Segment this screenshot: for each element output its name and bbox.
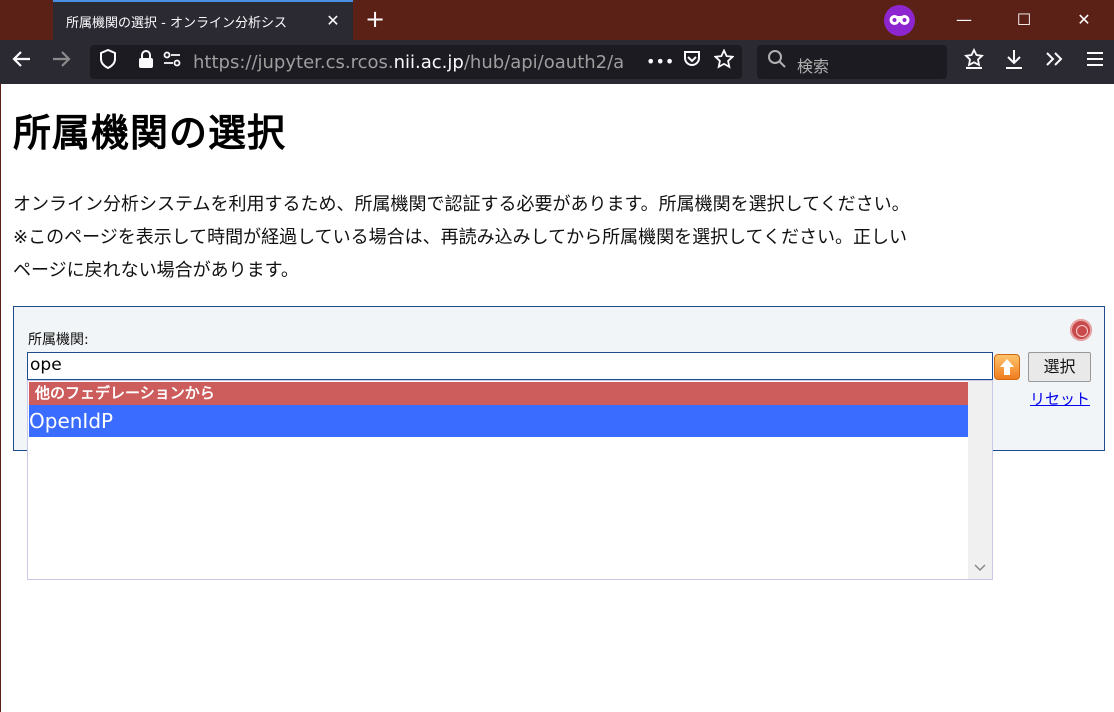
shield-icon[interactable]: [94, 48, 122, 76]
page-description: オンライン分析システムを利用するため、所属機関で認証する必要があります。所属機関…: [13, 188, 1103, 287]
tab-close-icon[interactable]: ✕: [323, 11, 343, 31]
navigation-toolbar: https://jupyter.cs.rcos.nii.ac.jp/hub/ap…: [0, 40, 1114, 84]
bookmarks-icon[interactable]: [960, 47, 988, 76]
scroll-down-arrow-icon[interactable]: [974, 561, 986, 575]
search-placeholder: 検索: [797, 57, 830, 76]
permissions-icon[interactable]: [158, 48, 186, 76]
url-text[interactable]: https://jupyter.cs.rcos.nii.ac.jp/hub/ap…: [193, 52, 643, 72]
url-host: nii.ac.jp: [393, 52, 464, 72]
institution-dropdown[interactable]: 他のフェデレーションから OpenIdP: [27, 380, 993, 580]
active-tab[interactable]: 所属機関の選択 - オンライン分析シス ✕: [53, 0, 353, 40]
description-line: ※このページを表示して時間が経過している場合は、再読み込みしてから所属機関を選択…: [13, 227, 908, 248]
url-prefix: https://jupyter.cs.rcos.: [193, 52, 394, 72]
url-bar[interactable]: https://jupyter.cs.rcos.nii.ac.jp/hub/ap…: [90, 45, 742, 79]
forward-arrow-icon[interactable]: [47, 48, 75, 76]
window-close-button[interactable]: ✕: [1054, 0, 1114, 40]
search-icon: [763, 48, 791, 76]
lock-icon[interactable]: [132, 48, 160, 76]
description-line: オンライン分析システムを利用するため、所属機関で認証する必要があります。所属機関…: [13, 194, 910, 215]
window-minimize-button[interactable]: —: [934, 0, 994, 40]
new-tab-button[interactable]: +: [362, 7, 388, 33]
page-content: 所属機関の選択 オンライン分析システムを利用するため、所属機関で認証する必要があ…: [0, 84, 1114, 712]
dropdown-option-openidp[interactable]: OpenIdP: [29, 405, 968, 437]
pocket-icon[interactable]: [678, 48, 706, 76]
dropdown-scrollbar[interactable]: [968, 381, 992, 579]
search-bar[interactable]: 検索: [757, 45, 947, 79]
private-browsing-icon: [884, 5, 915, 36]
window-maximize-button[interactable]: ☐: [994, 0, 1054, 40]
collapse-arrow-icon[interactable]: [994, 354, 1020, 380]
menu-icon[interactable]: [1081, 48, 1109, 76]
url-suffix: /hub/api/oauth2/a: [463, 52, 625, 72]
browser-tab-strip: 所属機関の選択 - オンライン分析シス ✕ + — ☐ ✕: [0, 0, 1114, 40]
select-button[interactable]: 選択: [1028, 352, 1091, 382]
description-line: ページに戻れない場合があります。: [13, 260, 299, 281]
overflow-chevron-icon[interactable]: [1041, 48, 1069, 76]
download-icon[interactable]: [1000, 48, 1028, 76]
reset-link[interactable]: リセット: [1030, 388, 1090, 409]
dropdown-group-header: 他のフェデレーションから: [29, 382, 968, 405]
page-actions-icon[interactable]: •••: [646, 48, 674, 76]
seal-icon: [1070, 319, 1092, 341]
institution-search-input[interactable]: ope: [27, 352, 993, 380]
tab-title: 所属機関の選択 - オンライン分析シス: [66, 16, 287, 31]
back-arrow-icon[interactable]: [8, 48, 36, 76]
page-title: 所属機関の選択: [13, 111, 287, 155]
institution-label: 所属機関:: [28, 332, 89, 348]
bookmark-star-icon[interactable]: [710, 48, 738, 76]
